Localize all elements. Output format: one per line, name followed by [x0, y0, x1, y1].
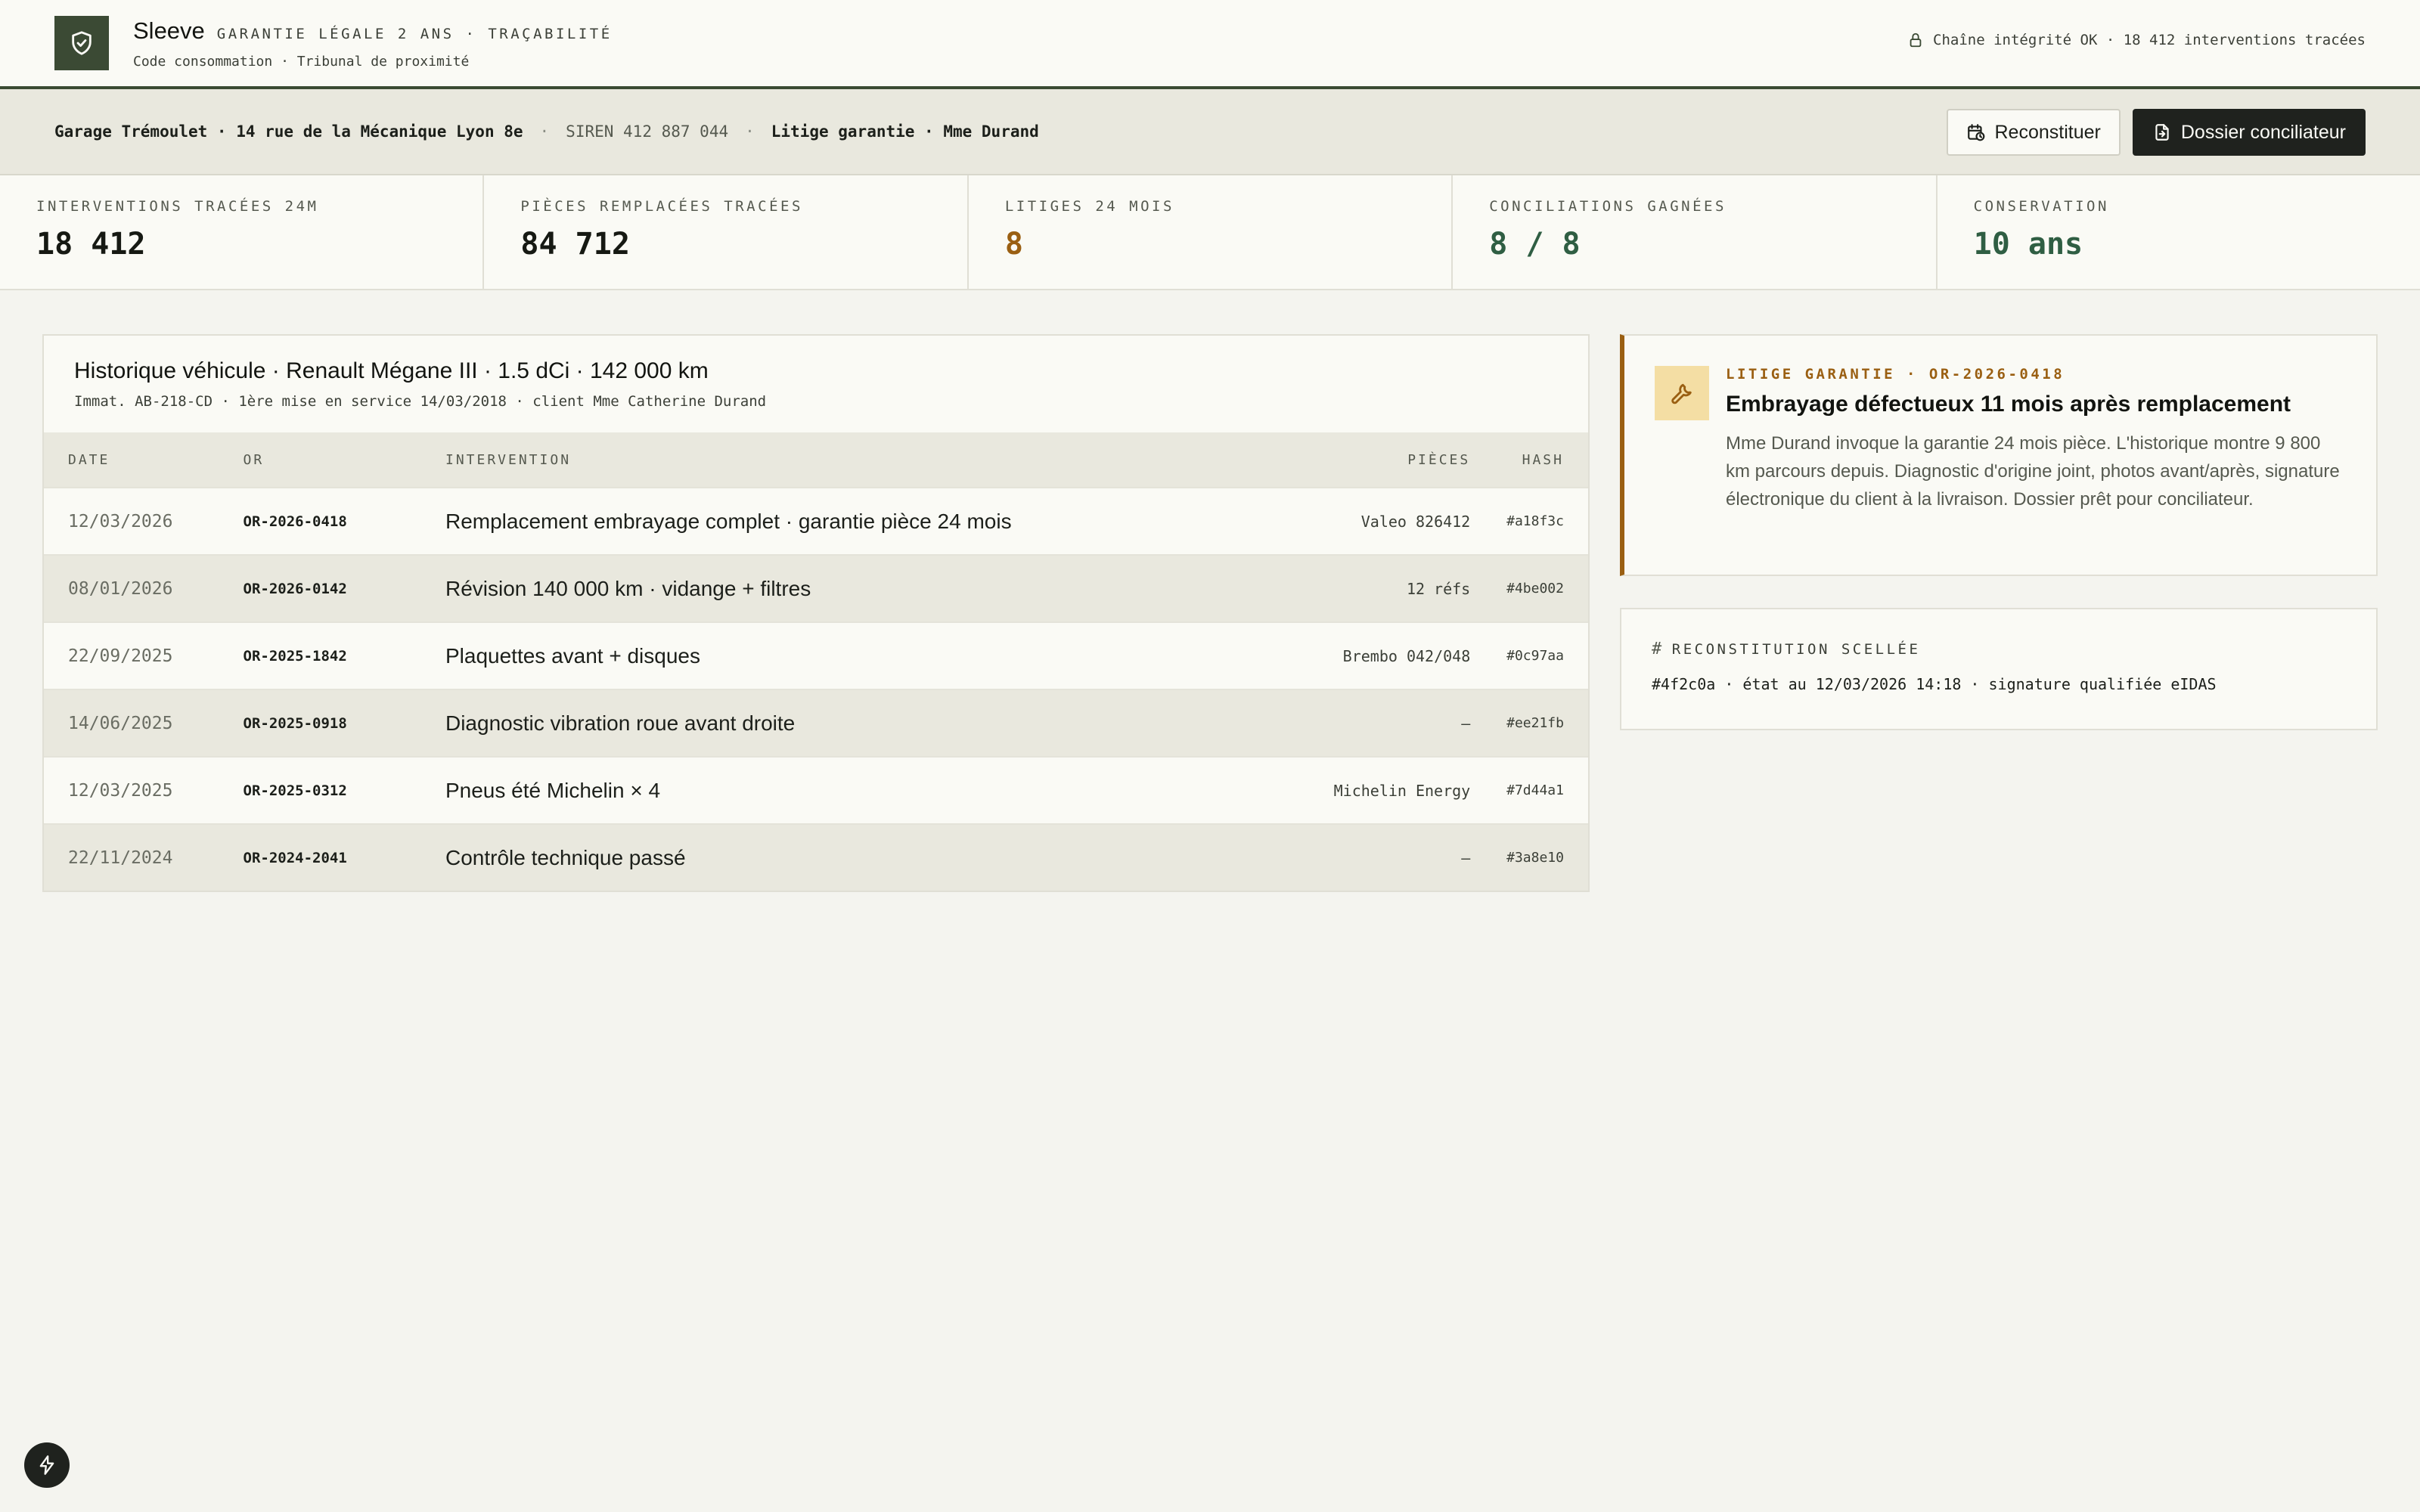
dispute-title: Embrayage défectueux 11 mois après rempl… [1726, 392, 2291, 417]
row-intervention: Révision 140 000 km · vidange + filtres [445, 576, 811, 600]
vehicle-history-panel: Historique véhicule · Renault Mégane III… [42, 334, 1590, 892]
wrench-icon [1655, 366, 1709, 420]
lightning-icon [39, 1455, 54, 1475]
table-row[interactable]: 12/03/2026 OR-2026-0418 Remplacement emb… [44, 487, 1588, 554]
column-header-or: OR [243, 451, 265, 468]
row-hash: #7d44a1 [1506, 782, 1564, 798]
stat-label: CONCILIATIONS GAGNÉES [1489, 198, 1727, 215]
separator: · [539, 122, 550, 141]
stat-label: PIÈCES REMPLACÉES TRACÉES [520, 198, 803, 215]
row-or: OR-2026-0418 [243, 513, 347, 530]
stat-label: LITIGES 24 MOIS [1004, 198, 1174, 215]
dispute-tag: LITIGE GARANTIE · OR-2026-0418 [1726, 366, 2065, 383]
dossier-conciliateur-label: Dossier conciliateur [2180, 121, 2346, 143]
brand-tagline: GARANTIE LÉGALE 2 ANS · TRAÇABILITÉ [216, 25, 613, 42]
lightning-button[interactable] [24, 1442, 70, 1488]
row-parts: Brembo 042/048 [1342, 646, 1471, 665]
sealed-details: #4f2c0a · état au 12/03/2026 14:18 · sig… [1652, 675, 2217, 693]
row-date: 22/11/2024 [68, 847, 173, 868]
row-hash: #a18f3c [1506, 513, 1564, 529]
column-header-parts: PIÈCES [1407, 451, 1471, 468]
row-hash: #4be002 [1506, 581, 1564, 596]
history-subtitle: Immat. AB-218-CD · 1ère mise en service … [74, 393, 767, 410]
row-or: OR-2025-0918 [243, 714, 347, 732]
row-or: OR-2026-0142 [243, 580, 347, 597]
context-bar: Garage Trémoulet · 14 rue de la Mécaniqu… [0, 89, 2420, 175]
dossier-conciliateur-button[interactable]: Dossier conciliateur [2132, 109, 2366, 156]
row-hash: #3a8e10 [1506, 850, 1564, 866]
dispute-description: Mme Durand invoque la garantie 24 mois p… [1726, 433, 2340, 510]
reconstruct-button[interactable]: Reconstituer [1946, 109, 2121, 156]
sealed-label: RECONSTITUTION SCELLÉE [1671, 640, 1921, 658]
row-parts: — [1461, 714, 1471, 733]
table-row[interactable]: 22/11/2024 OR-2024-2041 Contrôle techniq… [44, 823, 1588, 891]
column-header-hash: HASH [1522, 451, 1564, 468]
calendar-clock-icon [1967, 124, 1984, 141]
stat-label: INTERVENTIONS TRACÉES 24M [36, 198, 319, 215]
row-parts: 12 réfs [1406, 579, 1471, 598]
separator: · [745, 122, 755, 141]
top-bar: Sleeve GARANTIE LÉGALE 2 ANS · TRAÇABILI… [0, 0, 2420, 89]
row-or: OR-2024-2041 [243, 849, 347, 866]
table-row[interactable]: 08/01/2026 OR-2026-0142 Révision 140 000… [44, 554, 1588, 621]
table-row[interactable]: 14/06/2025 OR-2025-0918 Diagnostic vibra… [44, 689, 1588, 756]
row-intervention: Diagnostic vibration roue avant droite [445, 711, 796, 735]
stat-value: 84 712 [520, 227, 630, 262]
stat-value: 8 [1004, 227, 1023, 262]
integrity-text: Chaîne intégrité OK · 18 412 interventio… [1933, 32, 2366, 48]
sealed-reconstruction-card: # RECONSTITUTION SCELLÉE #4f2c0a · état … [1620, 608, 2378, 730]
stat-value: 18 412 [36, 227, 146, 262]
document-export-icon [2155, 124, 2169, 141]
stat-value: 8 / 8 [1489, 227, 1581, 262]
row-parts: — [1461, 848, 1471, 867]
table-row[interactable]: 12/03/2025 OR-2025-0312 Pneus été Michel… [44, 756, 1588, 823]
history-title: Historique véhicule · Renault Mégane III… [74, 358, 709, 383]
row-intervention: Plaquettes avant + disques [445, 643, 700, 668]
row-intervention: Remplacement embrayage complet · garanti… [445, 509, 1012, 533]
row-date: 08/01/2026 [68, 578, 173, 599]
column-header-date: DATE [68, 451, 110, 468]
shield-logo-icon [54, 16, 109, 70]
stat-conciliations: CONCILIATIONS GAGNÉES 8 / 8 [1453, 175, 1938, 289]
stat-disputes: LITIGES 24 MOIS 8 [969, 175, 1454, 289]
stat-interventions: INTERVENTIONS TRACÉES 24M 18 412 [0, 175, 485, 289]
row-or: OR-2025-0312 [243, 782, 347, 799]
table-row[interactable]: 22/09/2025 OR-2025-1842 Plaquettes avant… [44, 621, 1588, 689]
row-or: OR-2025-1842 [243, 647, 347, 665]
stat-label: CONSERVATION [1973, 198, 2109, 215]
row-date: 12/03/2026 [68, 511, 173, 531]
stat-retention: CONSERVATION 10 ans [1938, 175, 2420, 289]
row-date: 12/03/2025 [68, 780, 173, 801]
case-label: Litige garantie · Mme Durand [771, 122, 1039, 141]
brand-name: Sleeve [133, 17, 205, 44]
hash-icon: # [1652, 640, 1665, 658]
row-date: 14/06/2025 [68, 713, 173, 733]
row-date: 22/09/2025 [68, 646, 173, 666]
integrity-status: Chaîne intégrité OK · 18 412 interventio… [1907, 32, 2366, 48]
stat-parts: PIÈCES REMPLACÉES TRACÉES 84 712 [484, 175, 969, 289]
siren-number: SIREN 412 887 044 [566, 122, 729, 141]
reconstruct-label: Reconstituer [1994, 121, 2101, 143]
lock-icon [1910, 33, 1922, 48]
row-intervention: Pneus été Michelin × 4 [445, 778, 661, 802]
dispute-card: LITIGE GARANTIE · OR-2026-0418 Embrayage… [1620, 334, 2378, 576]
garage-name: Garage Trémoulet · 14 rue de la Mécaniqu… [54, 122, 523, 141]
row-hash: #ee21fb [1506, 715, 1564, 731]
row-hash: #0c97aa [1506, 648, 1564, 664]
stats-bar: INTERVENTIONS TRACÉES 24M 18 412 PIÈCES … [0, 175, 2420, 290]
row-parts: Valeo 826412 [1360, 512, 1471, 531]
column-header-intervention: INTERVENTION [445, 451, 572, 468]
row-intervention: Contrôle technique passé [445, 845, 686, 869]
brand-subtitle: Code consommation · Tribunal de proximit… [133, 53, 470, 70]
row-parts: Michelin Energy [1333, 781, 1471, 800]
table-header: DATE OR INTERVENTION PIÈCES HASH [44, 432, 1588, 487]
stat-value: 10 ans [1973, 227, 2083, 262]
